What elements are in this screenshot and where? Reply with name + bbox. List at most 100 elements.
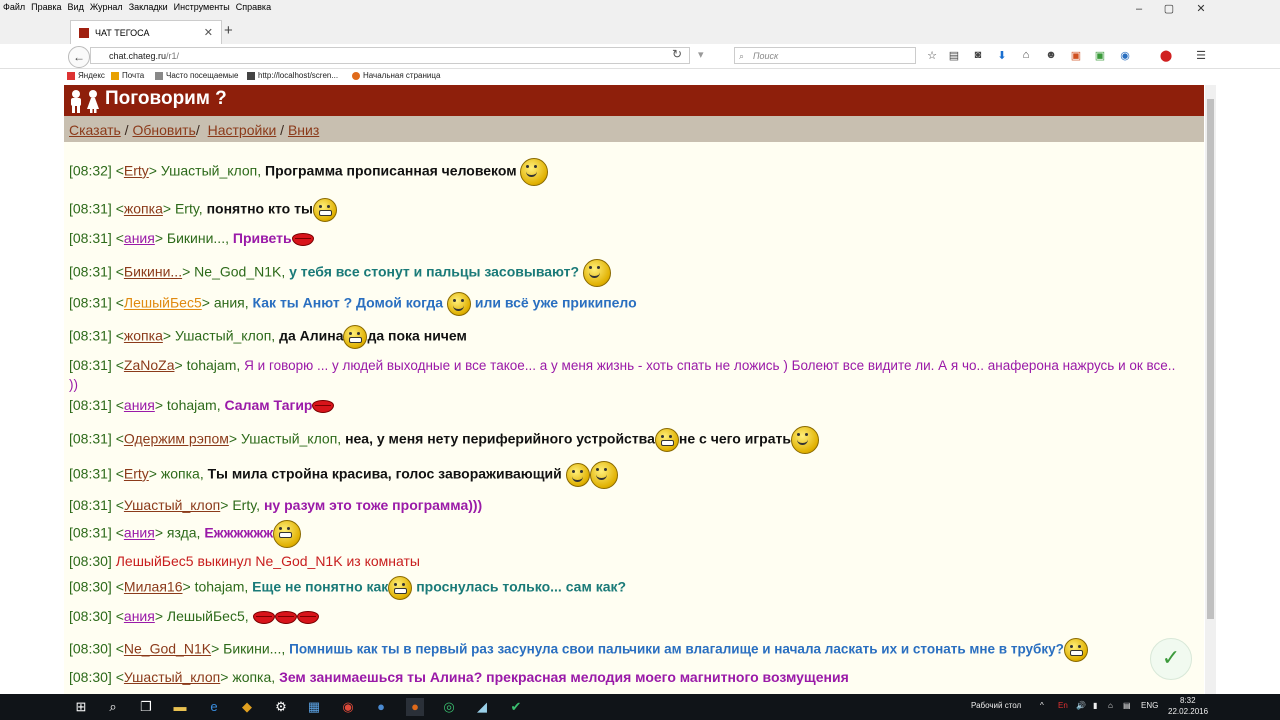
taskbar: ⊞ ⌕ ❐ ▬ e ◆ ⚙ ▦ ◉ ● ● ◎ ◢ ✔ Рабочий стол…: [0, 694, 1280, 720]
message-sender[interactable]: Одержим рэпом: [124, 431, 229, 447]
store-icon[interactable]: ▦: [305, 698, 323, 716]
edge-icon[interactable]: e: [205, 698, 223, 716]
dropdown-arrow-icon[interactable]: ▾: [698, 48, 704, 61]
message-sender[interactable]: ZaNoZa: [124, 357, 175, 373]
menu-file[interactable]: Файл: [0, 0, 28, 12]
clock-date[interactable]: 22.02.2016: [1168, 707, 1208, 716]
clock-time[interactable]: 8:32: [1180, 696, 1196, 705]
message-sender[interactable]: ания: [124, 608, 155, 624]
search-icon[interactable]: ⌕: [104, 698, 122, 716]
sync-icon[interactable]: ◉: [1117, 49, 1133, 62]
system-message-text: ЛешыйБес5 выкинул Ne_God_N1K из комнаты: [115, 553, 420, 569]
app3-icon[interactable]: ✔: [507, 698, 525, 716]
menu-tools[interactable]: Инструменты: [171, 0, 233, 12]
star-icon[interactable]: ☆: [924, 49, 940, 62]
adblock-icon[interactable]: ⬤: [1158, 49, 1174, 62]
message-sender[interactable]: Бикини...: [124, 264, 182, 280]
bookmark-mail[interactable]: Почта: [111, 71, 144, 80]
message-sender[interactable]: ания: [124, 525, 155, 541]
settings-icon[interactable]: ⚙: [272, 698, 290, 716]
pocket-icon[interactable]: ◙: [970, 49, 986, 61]
bookmarks-bar: Яндекс Почта Часто посещаемые http://loc…: [0, 69, 1280, 85]
start-icon[interactable]: ⊞: [72, 698, 90, 716]
new-tab-button[interactable]: +: [224, 22, 233, 39]
message-sender[interactable]: жопка: [124, 328, 163, 344]
action-center-icon[interactable]: ▤: [1123, 701, 1131, 710]
chat-message: [08:30] <ания> ЛешыйБес5,: [69, 608, 1184, 624]
say-link[interactable]: Сказать: [69, 122, 121, 138]
tab-title: ЧАТ ТЕГОСА: [95, 28, 150, 38]
app2-icon[interactable]: ◢: [473, 698, 491, 716]
system-message: [08:30] ЛешыйБес5 выкинул Ne_God_N1K из …: [69, 553, 1184, 569]
reload-icon[interactable]: ↻: [672, 47, 682, 61]
download-icon[interactable]: ⬇: [994, 49, 1010, 62]
reader-icon[interactable]: ▤: [946, 49, 962, 62]
message-sender[interactable]: Ne_God_N1K: [124, 641, 211, 657]
bookmark-localhost[interactable]: http://localhost/scren...: [247, 71, 338, 80]
volume-icon[interactable]: 🔊: [1076, 701, 1086, 710]
language-indicator[interactable]: ENG: [1141, 701, 1158, 710]
page-scrollbar[interactable]: [1205, 85, 1216, 694]
message-recipient: Бикини...,: [223, 640, 286, 657]
ext-icon[interactable]: ▣: [1068, 49, 1084, 62]
kiss-emoticon-icon: [291, 232, 314, 246]
ext2-icon[interactable]: ▣: [1092, 49, 1108, 62]
message-recipient: язда,: [166, 524, 201, 541]
task-view-icon[interactable]: ❐: [137, 698, 155, 716]
back-button[interactable]: ←: [68, 46, 90, 68]
chrome-icon[interactable]: ◉: [339, 698, 357, 716]
message-sender[interactable]: жопка: [124, 201, 163, 217]
desktop-toolbar-label[interactable]: Рабочий стол: [971, 701, 1021, 710]
kiss-emoticon-icon: [274, 610, 297, 624]
tray-home-icon[interactable]: ⌂: [1108, 701, 1113, 710]
tab-close-icon[interactable]: ✕: [204, 21, 213, 45]
wink-emoticon-icon: [582, 259, 611, 287]
chat-message-list: [08:32] <Erty> Ушастый_клоп, Программа п…: [64, 142, 1204, 694]
menu-history[interactable]: Журнал: [87, 0, 126, 12]
globe-icon[interactable]: ●: [372, 698, 390, 716]
bookmark-yandex[interactable]: Яндекс: [67, 71, 105, 80]
message-recipient: Ne_God_N1K,: [194, 263, 286, 280]
message-sender[interactable]: ания: [124, 230, 155, 246]
message-sender[interactable]: Ушастый_клоп: [124, 669, 220, 685]
message-sender[interactable]: ания: [124, 397, 155, 413]
menu-icon[interactable]: ☰: [1193, 49, 1209, 62]
message-sender[interactable]: Erty: [124, 163, 149, 179]
tray-app-icon[interactable]: En: [1058, 701, 1068, 710]
message-sender[interactable]: ЛешыйБес5: [124, 295, 202, 311]
chat-icon[interactable]: ☻: [1043, 49, 1059, 61]
messenger-icon[interactable]: ◎: [440, 698, 458, 716]
tray-chevron-icon[interactable]: ^: [1040, 701, 1044, 710]
home-icon[interactable]: ⌂: [1018, 49, 1034, 61]
tab-chat[interactable]: ЧАТ ТЕГОСА ✕: [70, 20, 222, 45]
message-recipient: tohajam,: [166, 397, 221, 413]
message-time: [08:31]: [69, 327, 112, 344]
settings-link[interactable]: Настройки: [208, 122, 277, 138]
security-shield-icon[interactable]: ✓: [1150, 638, 1192, 680]
firefox-icon[interactable]: ●: [406, 698, 424, 716]
menu-edit[interactable]: Правка: [28, 0, 64, 12]
message-text: или всё уже прикипело: [474, 294, 637, 311]
app-icon[interactable]: ◆: [238, 698, 256, 716]
message-sender[interactable]: Erty: [124, 466, 149, 482]
search-input[interactable]: ⌕ Поиск: [734, 47, 916, 64]
scrollbar-thumb[interactable]: [1207, 99, 1214, 619]
grin-emoticon-icon: [1063, 638, 1088, 662]
message-recipient: жопка,: [160, 465, 204, 482]
menu-bookmarks[interactable]: Закладки: [126, 0, 171, 12]
menu-bar: Файл Правка Вид Журнал Закладки Инструменты Сп…: [0, 0, 1280, 16]
bookmark-home[interactable]: Начальная страница: [352, 71, 440, 80]
menu-help[interactable]: Справка: [233, 0, 274, 12]
chat-message: [08:31] <Ушастый_клоп> Erty, ну разум эт…: [69, 497, 483, 513]
message-sender[interactable]: Милая16: [124, 579, 183, 595]
menu-view[interactable]: Вид: [65, 0, 87, 12]
explorer-icon[interactable]: ▬: [171, 698, 189, 716]
bookmark-frequent[interactable]: Часто посещаемые: [155, 71, 238, 80]
message-time: [08:31]: [69, 230, 112, 246]
chat-message: [08:30] <Милая16> tohajam, Еще не понятн…: [69, 576, 1184, 600]
url-bar[interactable]: chat.chateg.ru/r1/: [90, 47, 690, 64]
scroll-down-link[interactable]: Вниз: [288, 122, 319, 138]
message-sender[interactable]: Ушастый_клоп: [124, 497, 220, 513]
refresh-link[interactable]: Обновить: [132, 122, 195, 138]
network-icon[interactable]: ▮: [1093, 701, 1097, 710]
